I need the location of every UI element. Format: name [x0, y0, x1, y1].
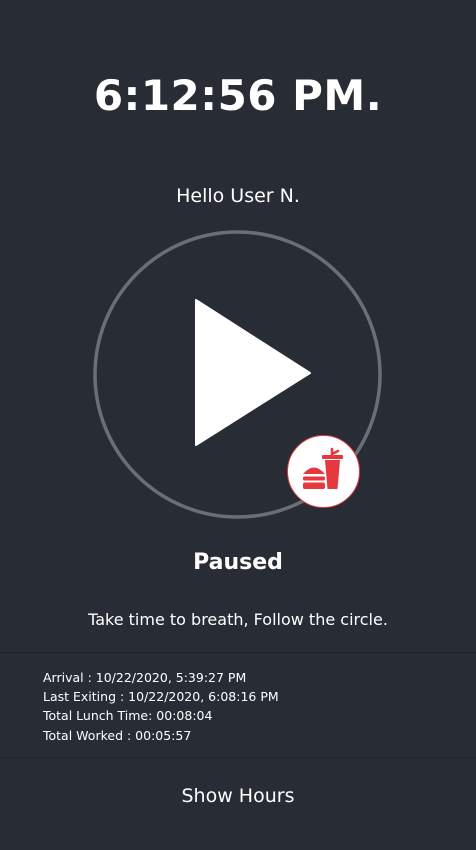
work-summary-panel: Arrival : 10/22/2020, 5:39:27 PM Last Ex… — [0, 652, 476, 758]
breathing-hint: Take time to breath, Follow the circle. — [88, 610, 388, 629]
current-time: 6:12:56 PM. — [93, 71, 383, 120]
greeting-text: Hello User N. — [176, 185, 300, 207]
show-hours-button[interactable]: Show Hours — [0, 782, 476, 810]
lunch-break-button[interactable] — [287, 435, 360, 508]
burger-drink-icon — [303, 447, 343, 489]
timer-status: Paused — [193, 550, 283, 575]
total-worked-time: Total Worked : 00:05:57 — [43, 728, 192, 743]
total-lunch-time: Total Lunch Time: 00:08:04 — [43, 708, 213, 723]
last-exiting-time: Last Exiting : 10/22/2020, 6:08:16 PM — [43, 689, 279, 704]
arrival-time: Arrival : 10/22/2020, 5:39:27 PM — [43, 670, 247, 685]
play-icon — [195, 299, 311, 446]
